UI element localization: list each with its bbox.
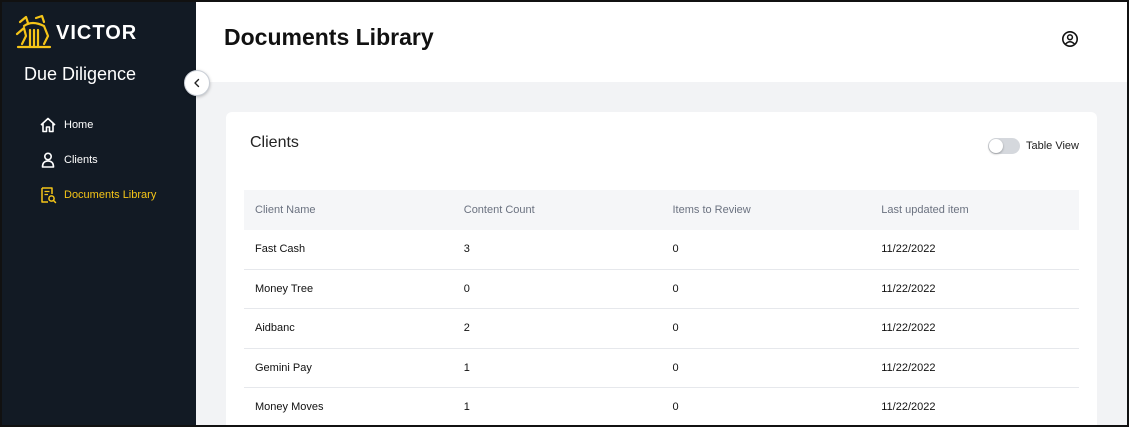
table-row[interactable]: Money Tree 0 0 11/22/2022 bbox=[244, 270, 1079, 309]
sidebar: VICTOR Due Diligence Home Clients Docume… bbox=[2, 2, 196, 425]
table-view-toggle-group: Table View bbox=[988, 138, 1079, 154]
client-name-cell: Money Tree bbox=[255, 282, 314, 295]
card-title: Clients bbox=[250, 134, 299, 151]
column-header[interactable]: Last updated item bbox=[870, 204, 1079, 216]
home-icon bbox=[38, 115, 58, 135]
content-count-cell: 1 bbox=[463, 401, 470, 414]
table-row[interactable]: Aidbanc 2 0 11/22/2022 bbox=[244, 309, 1079, 349]
sidebar-item-label: Home bbox=[64, 118, 94, 131]
items-to-review-cell: 0 bbox=[672, 322, 679, 335]
table-view-toggle[interactable] bbox=[988, 138, 1020, 154]
chevron-left-icon bbox=[194, 78, 200, 88]
last-updated-cell: 11/22/2022 bbox=[881, 361, 936, 374]
content-count-cell: 2 bbox=[463, 322, 470, 335]
last-updated-cell: 11/22/2022 bbox=[881, 322, 936, 335]
page-header: Documents Library bbox=[196, 2, 1127, 82]
document-search-icon bbox=[38, 185, 58, 205]
content-count-cell: 3 bbox=[463, 243, 470, 256]
client-name-cell: Money Moves bbox=[255, 401, 324, 414]
sidebar-item-documents-library[interactable]: Documents Library bbox=[38, 177, 156, 212]
collapse-sidebar-button[interactable] bbox=[184, 70, 210, 96]
table-row[interactable]: Money Moves 1 0 11/22/2022 bbox=[244, 388, 1079, 425]
account-button[interactable] bbox=[1061, 30, 1079, 48]
items-to-review-cell: 0 bbox=[672, 243, 679, 256]
sidebar-item-clients[interactable]: Clients bbox=[38, 142, 156, 177]
clients-table: Client Name Content Count Items to Revie… bbox=[244, 190, 1079, 425]
client-name-cell: Gemini Pay bbox=[255, 361, 312, 374]
table-header: Client Name Content Count Items to Revie… bbox=[244, 190, 1079, 230]
column-header[interactable]: Items to Review bbox=[662, 204, 871, 216]
sidebar-item-home[interactable]: Home bbox=[38, 107, 156, 142]
column-header[interactable]: Client Name bbox=[244, 204, 453, 216]
last-updated-cell: 11/22/2022 bbox=[881, 243, 936, 256]
table-row[interactable]: Fast Cash 3 0 11/22/2022 bbox=[244, 230, 1079, 270]
app-title: Due Diligence bbox=[24, 64, 137, 84]
client-name-cell: Fast Cash bbox=[255, 243, 306, 256]
sidebar-nav: Home Clients Documents Library bbox=[38, 107, 156, 212]
user-icon bbox=[38, 150, 58, 170]
toggle-label: Table View bbox=[1026, 140, 1079, 152]
items-to-review-cell: 0 bbox=[672, 401, 679, 414]
column-header[interactable]: Content Count bbox=[453, 204, 662, 216]
clients-card: Clients Table View Client Name Content C… bbox=[226, 112, 1097, 425]
main-content: Documents Library Clients Table View Cli bbox=[196, 2, 1127, 425]
last-updated-cell: 11/22/2022 bbox=[881, 401, 936, 414]
user-account-icon bbox=[1062, 31, 1078, 47]
client-name-cell: Aidbanc bbox=[255, 322, 295, 335]
toggle-knob bbox=[989, 139, 1003, 153]
logo-text: VICTOR bbox=[56, 21, 138, 44]
items-to-review-cell: 0 bbox=[672, 361, 679, 374]
logo[interactable]: VICTOR bbox=[14, 14, 137, 50]
sidebar-item-label: Clients bbox=[64, 153, 98, 166]
app-window: VICTOR Due Diligence Home Clients Docume… bbox=[0, 0, 1129, 427]
page-title: Documents Library bbox=[224, 24, 434, 50]
content-count-cell: 1 bbox=[463, 361, 470, 374]
bull-logo-icon bbox=[15, 14, 52, 49]
sidebar-item-label: Documents Library bbox=[64, 188, 157, 201]
last-updated-cell: 11/22/2022 bbox=[881, 282, 936, 295]
content-count-cell: 0 bbox=[463, 282, 470, 295]
items-to-review-cell: 0 bbox=[672, 282, 679, 295]
table-row[interactable]: Gemini Pay 1 0 11/22/2022 bbox=[244, 349, 1079, 388]
